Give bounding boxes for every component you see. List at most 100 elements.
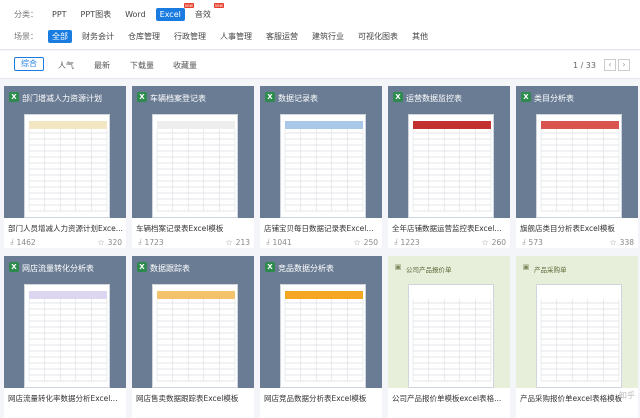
excel-icon: ▣ — [521, 262, 531, 272]
category-sound[interactable]: 音效new — [191, 8, 215, 21]
card-stats: ⤓1723 ☆213 — [138, 237, 250, 247]
thumbnail-title: 网店流量转化分析表 — [22, 263, 94, 274]
category-ppt-chart[interactable]: PPT图表 — [77, 8, 116, 21]
template-thumbnail[interactable]: ▣公司产品报价单 — [388, 256, 510, 388]
favorite-count-value: 338 — [620, 238, 634, 247]
template-caption[interactable]: 网店售卖数据跟踪表Excel模板 — [136, 393, 252, 404]
thumbnail-title: 部门增减人力资源计划 — [22, 93, 102, 104]
scene-all[interactable]: 全部 — [48, 30, 72, 43]
template-thumbnail[interactable]: X网店流量转化分析表 — [4, 256, 126, 388]
template-thumbnail[interactable]: X竞品数据分析表 — [260, 256, 382, 388]
sort-newest[interactable]: 最新 — [94, 60, 110, 71]
download-icon: ⤓ — [394, 237, 398, 247]
sort-popular[interactable]: 人气 — [58, 60, 74, 71]
sort-bar: 综合 人气 最新 下载量 收藏量 1 / 33 ‹ › — [0, 51, 640, 79]
template-card[interactable]: X数据记录表店铺宝贝每日数据记录表Excel... ⤓1041 ☆250 — [260, 86, 382, 248]
template-card[interactable]: X数据跟踪表网店售卖数据跟踪表Excel模板 — [132, 256, 254, 418]
favorite-count[interactable]: ☆260 — [482, 237, 507, 247]
template-card[interactable]: X车辆档案登记表车辆档案记录表Excel模板 ⤓1723 ☆213 — [132, 86, 254, 248]
scene-construction[interactable]: 建筑行业 — [308, 30, 348, 43]
template-card[interactable]: ▣公司产品报价单公司产品报价单模板excel表格... — [388, 256, 510, 418]
favorite-count-value: 320 — [108, 238, 122, 247]
template-caption[interactable]: 网店竞品数据分析表Excel模板 — [264, 393, 380, 404]
excel-icon: X — [521, 92, 531, 102]
sheet-preview — [280, 284, 366, 388]
card-stats: ⤓1462 ☆320 — [10, 237, 122, 247]
template-caption[interactable]: 车辆档案记录表Excel模板 — [136, 223, 252, 234]
template-caption[interactable]: 旗舰店类目分析表Excel模板 — [520, 223, 636, 234]
thumbnail-title: 类目分析表 — [534, 93, 574, 104]
star-icon: ☆ — [354, 238, 361, 247]
template-caption[interactable]: 网店流量转化率数据分析Excel... — [8, 393, 124, 404]
sheet-preview — [408, 114, 494, 218]
template-thumbnail[interactable]: X数据记录表 — [260, 86, 382, 218]
sheet-preview — [280, 114, 366, 218]
thumbnail-title: 车辆档案登记表 — [150, 93, 206, 104]
template-thumbnail[interactable]: ▣产品采购单 — [516, 256, 638, 388]
sort-downloads[interactable]: 下载量 — [130, 60, 154, 71]
scene-admin[interactable]: 行政管理 — [170, 30, 210, 43]
category-filter-row: 分类： PPT PPT图表 Word Excelnew 音效new — [14, 7, 221, 21]
sheet-preview — [152, 114, 238, 218]
category-ppt[interactable]: PPT — [48, 8, 71, 21]
favorite-count[interactable]: ☆213 — [226, 237, 251, 247]
scene-other[interactable]: 其他 — [408, 30, 432, 43]
download-count: ⤓1723 — [138, 237, 164, 247]
template-caption[interactable]: 店铺宝贝每日数据记录表Excel... — [264, 223, 380, 234]
sheet-grid-lines — [153, 285, 239, 388]
favorite-count[interactable]: ☆320 — [98, 237, 123, 247]
template-caption[interactable]: 全年店铺数据运营监控表Excel... — [392, 223, 508, 234]
sheet-preview — [408, 284, 494, 388]
thumbnail-title: 运营数据监控表 — [406, 93, 462, 104]
sort-overall[interactable]: 综合 — [14, 57, 44, 71]
next-page-button[interactable]: › — [618, 59, 630, 71]
scene-filter-row: 场景： 全部 财务会计 仓库管理 行政管理 人事管理 客服运营 建筑行业 可视化… — [14, 29, 438, 43]
download-icon: ⤓ — [10, 237, 14, 247]
thumbnail-title: 数据记录表 — [278, 93, 318, 104]
category-excel[interactable]: Excelnew — [156, 8, 185, 21]
sheet-grid-lines — [25, 285, 111, 388]
favorite-count[interactable]: ☆250 — [354, 237, 379, 247]
star-icon: ☆ — [610, 238, 617, 247]
prev-page-button[interactable]: ‹ — [604, 59, 616, 71]
download-count: ⤓1041 — [266, 237, 292, 247]
scene-service[interactable]: 客服运营 — [262, 30, 302, 43]
favorite-count[interactable]: ☆338 — [610, 237, 635, 247]
scene-warehouse[interactable]: 仓库管理 — [124, 30, 164, 43]
scene-charts[interactable]: 可视化图表 — [354, 30, 402, 43]
template-caption[interactable]: 公司产品报价单模板excel表格... — [392, 393, 508, 404]
scene-finance[interactable]: 财务会计 — [78, 30, 118, 43]
category-word[interactable]: Word — [121, 8, 150, 21]
scene-hr[interactable]: 人事管理 — [216, 30, 256, 43]
thumbnail-title: 竞品数据分析表 — [278, 263, 334, 274]
template-card[interactable]: X运营数据监控表全年店铺数据运营监控表Excel... ⤓1223 ☆260 — [388, 86, 510, 248]
template-thumbnail[interactable]: X运营数据监控表 — [388, 86, 510, 218]
thumbnail-title: 公司产品报价单 — [406, 264, 452, 274]
download-count: ⤓1223 — [394, 237, 420, 247]
template-thumbnail[interactable]: X车辆档案登记表 — [132, 86, 254, 218]
download-count: ⤓1462 — [10, 237, 36, 247]
sheet-grid-lines — [537, 285, 623, 388]
download-count: ⤓573 — [522, 237, 543, 247]
template-card[interactable]: X竞品数据分析表网店竞品数据分析表Excel模板 — [260, 256, 382, 418]
new-badge: new — [214, 3, 224, 8]
sheet-preview — [24, 284, 110, 388]
sheet-grid-lines — [409, 115, 495, 218]
template-thumbnail[interactable]: X类目分析表 — [516, 86, 638, 218]
pagination: 1 / 33 ‹ › — [573, 59, 630, 71]
excel-icon: X — [9, 92, 19, 102]
sheet-grid-lines — [281, 115, 367, 218]
filter-panel: 分类： PPT PPT图表 Word Excelnew 音效new 场景： 全部… — [0, 0, 640, 50]
template-card[interactable]: X部门增减人力资源计划部门人员增减人力资源计划Exce... ⤓1462 ☆320 — [4, 86, 126, 248]
sheet-grid-lines — [281, 285, 367, 388]
star-icon: ☆ — [226, 238, 233, 247]
template-thumbnail[interactable]: X部门增减人力资源计划 — [4, 86, 126, 218]
card-stats: ⤓1041 ☆250 — [266, 237, 378, 247]
template-caption[interactable]: 部门人员增减人力资源计划Exce... — [8, 223, 124, 234]
template-card[interactable]: X类目分析表旗舰店类目分析表Excel模板 ⤓573 ☆338 — [516, 86, 638, 248]
category-label: 分类： — [14, 9, 38, 20]
template-thumbnail[interactable]: X数据跟踪表 — [132, 256, 254, 388]
sort-favorites[interactable]: 收藏量 — [173, 60, 197, 71]
excel-icon: X — [265, 92, 275, 102]
template-card[interactable]: X网店流量转化分析表网店流量转化率数据分析Excel... — [4, 256, 126, 418]
